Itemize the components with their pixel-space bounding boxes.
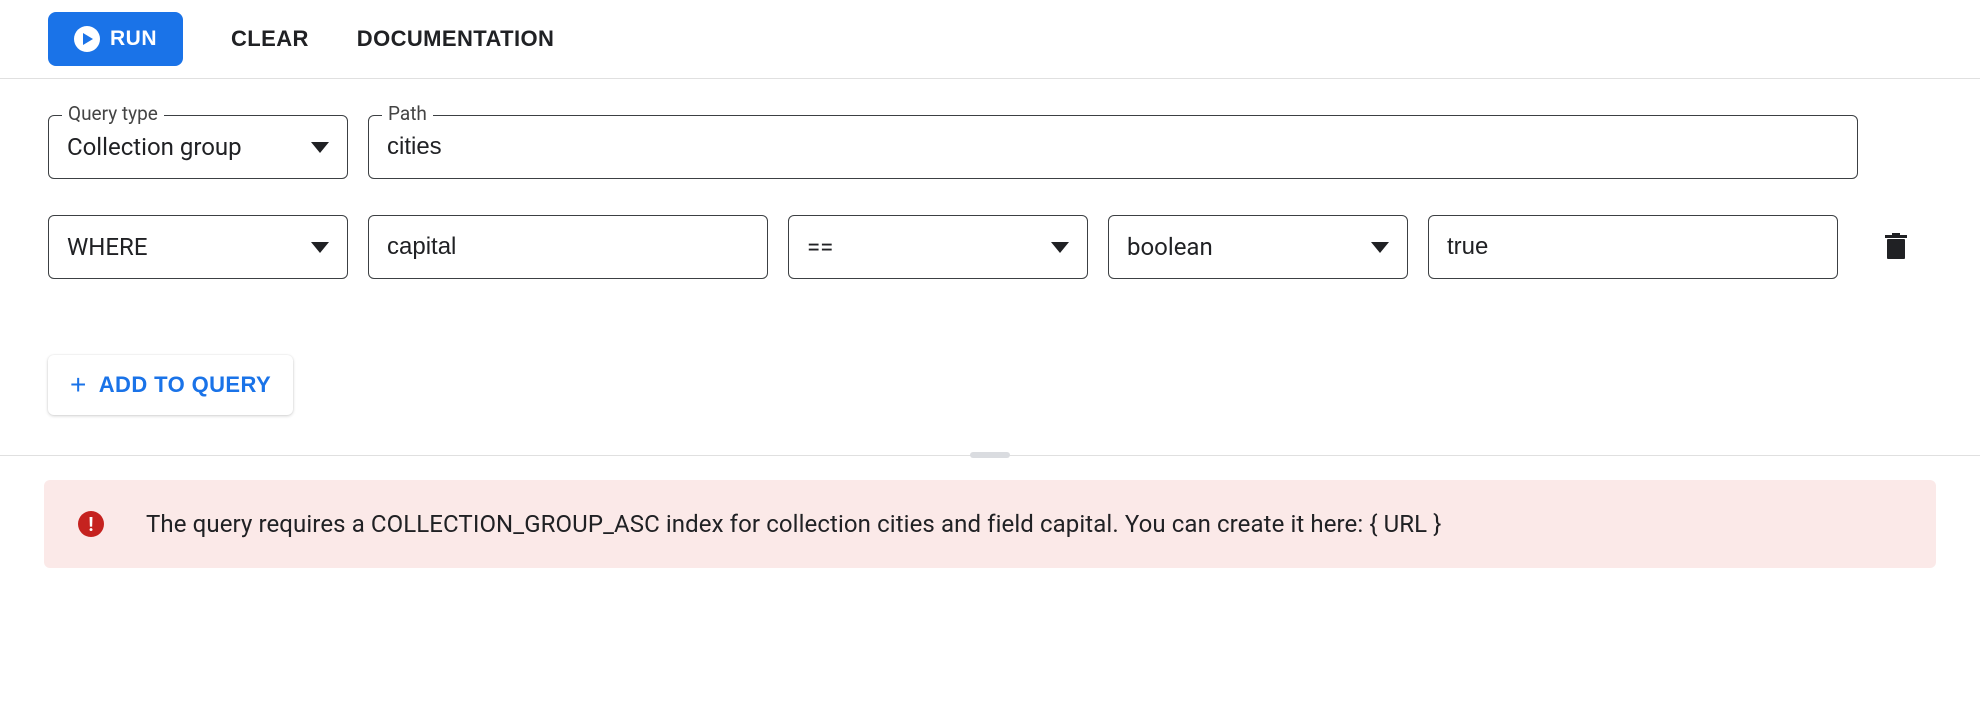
chevron-down-icon (1371, 242, 1389, 253)
query-type-field: Query type Collection group (48, 115, 348, 179)
chevron-down-icon (1051, 242, 1069, 253)
path-input-wrapper[interactable] (368, 115, 1858, 179)
chevron-down-icon (311, 242, 329, 253)
clause-field-input[interactable] (387, 233, 749, 261)
resize-handle[interactable] (970, 452, 1010, 458)
clause-field-name (368, 215, 768, 279)
documentation-button[interactable]: DOCUMENTATION (357, 26, 554, 52)
clause-type-value: WHERE (67, 233, 283, 261)
path-field: Path (368, 115, 1858, 179)
query-toolbar: RUN CLEAR DOCUMENTATION (0, 0, 1980, 79)
delete-clause-button[interactable] (1878, 227, 1914, 267)
clause-operator-field: == (788, 215, 1088, 279)
clause-value-type-select[interactable]: boolean (1108, 215, 1408, 279)
plus-icon: + (70, 371, 87, 399)
run-button[interactable]: RUN (48, 12, 183, 66)
clause-value-type-field: boolean (1108, 215, 1408, 279)
clear-button[interactable]: CLEAR (231, 26, 309, 52)
add-to-query-label: ADD TO QUERY (99, 372, 271, 398)
path-input[interactable] (387, 133, 1839, 161)
run-button-label: RUN (110, 27, 157, 51)
add-to-query-button[interactable]: + ADD TO QUERY (48, 355, 293, 415)
where-clause-row: WHERE == boolean (48, 215, 1932, 279)
play-icon (74, 26, 100, 52)
query-builder: Query type Collection group Path WHERE (0, 79, 1980, 456)
error-icon: ! (78, 511, 104, 537)
error-alert: ! The query requires a COLLECTION_GROUP_… (44, 480, 1936, 568)
query-type-value: Collection group (67, 133, 283, 161)
clause-value-input[interactable] (1447, 233, 1819, 261)
clause-type-select[interactable]: WHERE (48, 215, 348, 279)
clause-value-input-wrapper[interactable] (1428, 215, 1838, 279)
query-header-row: Query type Collection group Path (48, 115, 1932, 179)
clause-operator-select[interactable]: == (788, 215, 1088, 279)
query-type-label: Query type (62, 102, 164, 125)
trash-icon (1884, 233, 1908, 261)
path-label: Path (382, 102, 433, 125)
chevron-down-icon (311, 142, 329, 153)
clause-operator-value: == (807, 233, 1023, 261)
error-message: The query requires a COLLECTION_GROUP_AS… (146, 510, 1441, 538)
clause-field-input-wrapper[interactable] (368, 215, 768, 279)
clause-value-field (1428, 215, 1838, 279)
clause-value-type-value: boolean (1127, 233, 1343, 261)
clause-type-field: WHERE (48, 215, 348, 279)
